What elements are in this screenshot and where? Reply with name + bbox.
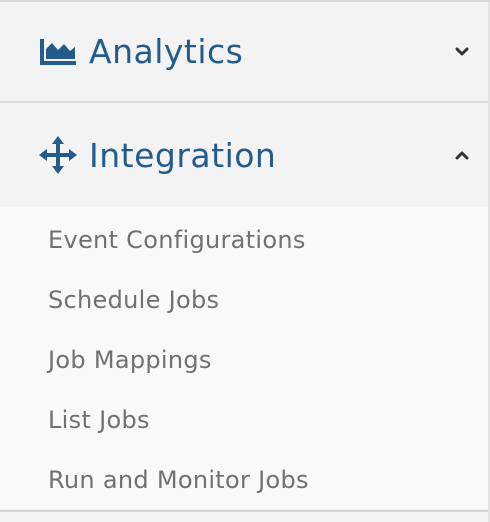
divider bbox=[0, 510, 490, 512]
section-title-analytics: Analytics bbox=[89, 32, 244, 71]
section-analytics[interactable]: Analytics bbox=[0, 2, 490, 103]
arrows-move-icon bbox=[38, 135, 78, 175]
submenu-item-list-jobs[interactable]: List Jobs bbox=[0, 390, 490, 450]
submenu-item-run-and-monitor-jobs[interactable]: Run and Monitor Jobs bbox=[0, 450, 490, 510]
submenu-item-job-mappings[interactable]: Job Mappings bbox=[0, 330, 490, 390]
sidebar-menu: Analytics Integration Event Configuratio… bbox=[0, 0, 490, 522]
section-title-integration: Integration bbox=[89, 135, 277, 175]
chevron-down-icon[interactable] bbox=[454, 44, 470, 60]
submenu-item-schedule-jobs[interactable]: Schedule Jobs bbox=[0, 270, 490, 330]
area-chart-icon bbox=[38, 32, 78, 72]
integration-submenu: Event Configurations Schedule Jobs Job M… bbox=[0, 207, 490, 509]
section-integration[interactable]: Integration bbox=[0, 103, 490, 207]
chevron-up-icon[interactable] bbox=[454, 147, 470, 163]
submenu-item-event-configurations[interactable]: Event Configurations bbox=[0, 210, 490, 270]
